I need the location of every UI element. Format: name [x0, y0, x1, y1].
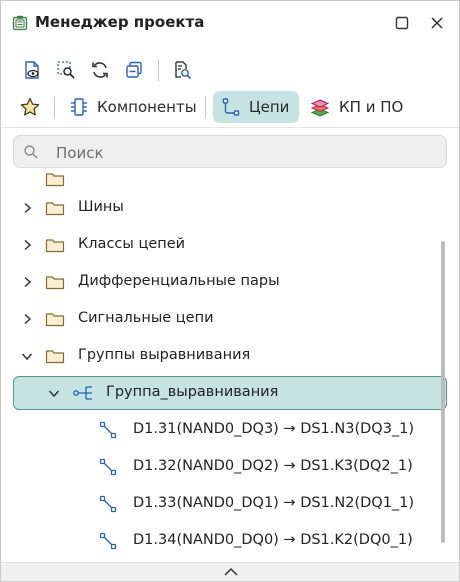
tree-item-label: D1.31(NAND0_DQ3) → DS1.N3(DQ3_1) [133, 421, 415, 437]
tab-nets[interactable]: Цепи [213, 91, 299, 123]
chevron-down-icon [21, 353, 33, 361]
chevron-right-icon [24, 239, 32, 251]
net-icon [99, 532, 117, 550]
zoom-selection-icon [57, 61, 75, 79]
chevron-down-icon [48, 390, 60, 398]
tree-row-folder[interactable]: Группы выравнивания [1, 338, 431, 374]
tab-pads-vias[interactable]: КП и ПО [305, 91, 415, 123]
panel-title: Менеджер проекта [35, 13, 205, 31]
chevron-right-icon [24, 202, 32, 214]
tree-item-label: Группа_выравнивания [106, 384, 279, 400]
tree-row-net[interactable]: D1.31(NAND0_DQ3) → DS1.N3(DQ3_1) [1, 412, 431, 448]
tree-item-label: D1.33(NAND0_DQ1) → DS1.N2(DQ1_1) [133, 495, 415, 511]
title-bar: Менеджер проекта [1, 1, 459, 45]
tree-row-alignment-group[interactable]: Группа_выравнивания [13, 376, 447, 410]
alignment-group-icon [73, 386, 92, 400]
maximize-icon [395, 16, 409, 30]
search-icon [24, 145, 38, 159]
tree-row-folder[interactable]: Шины [1, 190, 431, 226]
zoom-selection-button[interactable] [53, 57, 79, 83]
collapse-all-icon [126, 61, 142, 78]
project-tree: Шины Классы цепей Дифференциальные пары [1, 171, 459, 561]
net-icon [99, 458, 117, 476]
close-icon [431, 17, 443, 29]
component-icon [71, 98, 87, 116]
net-icon [222, 98, 240, 116]
tree-item-label: D1.34(NAND0_DQ0) → DS1.K2(DQ0_1) [133, 532, 413, 548]
folder-icon [45, 276, 65, 290]
folder-icon [45, 239, 65, 253]
tabs-separator [205, 96, 206, 118]
tree-row-folder[interactable]: Классы цепей [1, 227, 431, 263]
close-button[interactable] [426, 12, 448, 34]
maximize-button[interactable] [391, 12, 413, 34]
document-view-icon [25, 61, 39, 79]
folder-icon [45, 173, 65, 187]
star-icon [20, 97, 40, 116]
folder-icon [45, 313, 65, 327]
collapse-all-button[interactable] [121, 57, 147, 83]
chevron-right-icon [24, 276, 32, 288]
folder-icon [45, 202, 65, 216]
tree-row-net[interactable]: D1.34(NAND0_DQ0) → DS1.K2(DQ0_1) [1, 523, 431, 559]
tab-pads-vias-label: КП и ПО [339, 98, 404, 116]
layers-icon [310, 99, 330, 117]
folder-icon [45, 350, 65, 364]
tree-item-label: D1.32(NAND0_DQ2) → DS1.K3(DQ2_1) [133, 458, 413, 474]
net-icon [99, 421, 117, 439]
tree-item-label: Сигнальные цепи [78, 310, 214, 326]
tab-components-label: Компоненты [97, 98, 197, 116]
filter-search-button[interactable] [169, 57, 195, 83]
toolbar-separator [158, 59, 159, 81]
refresh-button[interactable] [87, 57, 113, 83]
vertical-scrollbar-thumb[interactable] [441, 241, 445, 543]
project-manager-icon [12, 15, 28, 31]
tab-favorites[interactable] [15, 91, 45, 123]
tree-row-folder[interactable]: Дифференциальные пары [1, 264, 431, 300]
tree-row-folder[interactable]: Сигнальные цепи [1, 301, 431, 337]
filter-search-icon [175, 61, 192, 80]
tab-nets-label: Цепи [249, 98, 290, 116]
tabs-separator [54, 96, 55, 118]
chevron-up-icon [224, 567, 238, 576]
net-icon [99, 495, 117, 513]
scroll-down-bar[interactable] [1, 562, 459, 581]
tab-components[interactable]: Компоненты [65, 91, 197, 123]
tree-item-label: Группы выравнивания [78, 347, 251, 363]
project-manager-panel: Менеджер проекта Компоненты Цепи КП и ПО… [0, 0, 460, 582]
tree-item-label: Шины [78, 199, 124, 215]
document-view-button[interactable] [19, 57, 45, 83]
tree-item-label: Классы цепей [78, 236, 186, 252]
refresh-icon [92, 62, 108, 78]
tree-row-net[interactable]: D1.33(NAND0_DQ1) → DS1.N2(DQ1_1) [1, 486, 431, 522]
tree-row-net[interactable]: D1.32(NAND0_DQ2) → DS1.K3(DQ2_1) [1, 449, 431, 485]
search-box [13, 135, 447, 169]
search-input[interactable] [54, 136, 438, 169]
tabs-divider [1, 127, 459, 128]
tree-item-label: Дифференциальные пары [78, 273, 280, 289]
chevron-right-icon [24, 313, 32, 325]
